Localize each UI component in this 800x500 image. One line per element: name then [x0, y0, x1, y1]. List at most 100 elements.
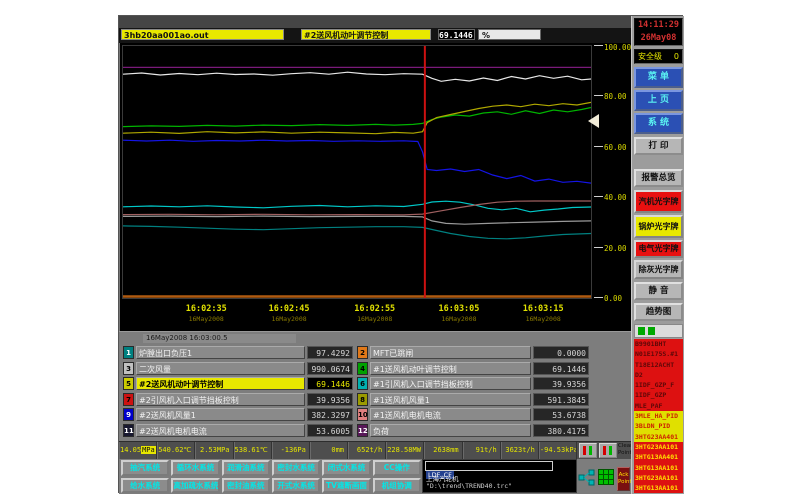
legend-row[interactable]: 1炉膛出口负压197.4292 — [123, 346, 353, 359]
indicator-tile-1[interactable] — [579, 443, 597, 458]
pen-color-chip: 6 — [357, 377, 368, 390]
system-screen-button[interactable]: 高加疏水系统 — [171, 478, 219, 494]
annunciator-button-3[interactable]: 除灰光字牌 — [634, 260, 683, 279]
pen-color-chip: 5 — [123, 377, 134, 390]
clock-display: 14:11:29 26May08 — [634, 18, 683, 46]
x-tick-time: 16:02:35 — [171, 304, 241, 314]
legend-row[interactable]: 9#2送风机风量1382.3297 — [123, 408, 353, 421]
alarm-row[interactable]: D2 — [634, 370, 683, 380]
pen-color-chip: 4 — [357, 362, 368, 375]
y-tick-mark — [594, 297, 603, 298]
nav-button-0[interactable]: 菜 单 — [634, 67, 683, 88]
legend-row[interactable]: 7#2引风机入口调节挡板控制39.9356 — [123, 393, 353, 406]
annunciator-button-1[interactable]: 锅炉光字牌 — [634, 215, 683, 238]
trend-series-brown — [123, 201, 591, 215]
annunciator-button-0[interactable]: 汽机光字牌 — [634, 190, 683, 213]
alarm-row[interactable]: 3HTG23AA401 — [634, 432, 683, 442]
alarm-row[interactable]: 3HTG13AA101 — [634, 483, 683, 493]
pen-color-chip: 8 — [357, 393, 368, 406]
legend-row[interactable]: 2MFT已跳闸0.0000 — [357, 346, 589, 359]
network-icon[interactable] — [578, 469, 595, 486]
system-screen-button[interactable]: CC操作 — [373, 460, 421, 476]
value-marker-triangle[interactable] — [588, 114, 599, 128]
pen-value: 39.9356 — [533, 377, 589, 390]
pen-tag-label: #2引风机入口调节挡板控制 — [136, 393, 305, 406]
alarm-row[interactable]: 1IDF_GZP — [634, 390, 683, 400]
system-screen-button[interactable]: 循环水系统 — [171, 460, 219, 476]
trend-file-panel: LDF_CF 上海汽轮机 "D:\trend\TREND40.trc" — [422, 459, 577, 493]
trend-button[interactable]: 趋势图 — [634, 303, 683, 321]
alarm-overview-button[interactable]: 报警总览 — [634, 169, 683, 187]
alarm-row[interactable]: 3HTG23AA101 — [634, 442, 683, 452]
annunciator-button-2[interactable]: 电气光字牌 — [634, 240, 683, 258]
x-tick-time: 16:02:55 — [340, 304, 410, 314]
system-screen-button[interactable]: TV遮断画面 — [322, 478, 370, 494]
legend-row[interactable]: 11#2送风机电机电流53.6005 — [123, 424, 353, 437]
alarm-row[interactable]: 3HTG13AA401 — [634, 452, 683, 462]
x-tick-time: 16:03:15 — [508, 304, 578, 314]
status-value: 0mm — [310, 442, 348, 460]
alarm-filter-icon-2[interactable] — [648, 327, 655, 335]
legend-row[interactable]: 12负荷380.4175 — [357, 424, 589, 437]
system-screen-button[interactable]: 给水系统 — [121, 478, 169, 494]
alarm-row[interactable]: 3HTG23AA101 — [634, 473, 683, 483]
legend-row[interactable]: 6#1引风机入口调节挡板控制39.9356 — [357, 377, 589, 390]
x-tick-time: 16:02:45 — [254, 304, 324, 314]
status-value: 2638mm — [424, 442, 462, 460]
pen-tag-label: #2送风机动叶调节控制 — [136, 377, 305, 390]
nav-button-2[interactable]: 系 统 — [634, 113, 683, 134]
legend-row[interactable]: 5#2送风机动叶调节控制69.1446 — [123, 377, 353, 390]
selected-tag-field[interactable]: #2送风机动叶调节控制 — [301, 29, 431, 40]
alarm-filter-icon-1[interactable] — [638, 327, 645, 335]
alarm-row[interactable]: MLE_PAF — [634, 401, 683, 411]
alarm-row[interactable]: N01E175S.#1 — [634, 349, 683, 359]
system-screen-button[interactable]: 机组协调 — [373, 478, 421, 494]
status-value: 91t/h — [463, 442, 501, 460]
trend-series-cyan — [123, 201, 591, 212]
system-screen-button[interactable]: 闭式水系统 — [322, 460, 370, 476]
y-tick-label: 20.00 — [604, 244, 627, 253]
legend-row[interactable]: 10#1送风机电机电流53.6738 — [357, 408, 589, 421]
pen-value: 0.0000 — [533, 346, 589, 359]
print-button[interactable]: 打 印 — [634, 137, 683, 155]
system-screen-button[interactable]: 密封水系统 — [272, 460, 320, 476]
system-screen-button[interactable]: 开式水系统 — [272, 478, 320, 494]
system-screen-button[interactable]: 密封油系统 — [222, 478, 270, 494]
y-tick-mark — [594, 247, 603, 248]
alarm-row[interactable]: T18E12ACHT — [634, 360, 683, 370]
alarm-row[interactable]: 3BLDN_PID — [634, 421, 683, 431]
legend-row[interactable]: 8#1送风机风量1591.3845 — [357, 393, 589, 406]
chart-zone: 100.0080.0060.0040.0020.000.00 16:02:351… — [120, 43, 631, 331]
alarm-row[interactable]: 1IDF_GZP_F — [634, 380, 683, 390]
ack-point-button[interactable]: Ack Point — [617, 467, 630, 491]
alarm-list: B9901BHTN01E175S.#1T18E12ACHTD21IDF_GZP_… — [634, 339, 683, 493]
system-screen-button[interactable]: 润滑油系统 — [222, 460, 270, 476]
clock-time: 14:11:29 — [635, 19, 682, 32]
nav-button-1[interactable]: 上 页 — [634, 90, 683, 111]
point-grid-icon[interactable] — [598, 469, 614, 485]
alarm-row[interactable]: B9901BHT — [634, 339, 683, 349]
alarm-row[interactable]: 3HTG13AA101 — [634, 463, 683, 473]
system-screen-button[interactable]: 抽汽系统 — [121, 460, 169, 476]
legend-row[interactable]: 3二次风量990.0674 — [123, 362, 353, 375]
pen-value: 97.4292 — [307, 346, 353, 359]
pen-color-chip: 3 — [123, 362, 134, 375]
indicator-tile-2[interactable] — [599, 443, 617, 458]
pen-value: 53.6738 — [533, 408, 589, 421]
pen-tag-label: 炉膛出口负压1 — [136, 346, 305, 359]
legend-row[interactable]: 4#1送风机动叶调节控制69.1446 — [357, 362, 589, 375]
sidebar: 14:11:29 26May08 安全级 0 菜 单上 页系 统 打 印 报警总… — [631, 16, 684, 494]
green-indicator-icon — [589, 446, 592, 455]
trend-file-input[interactable]: LDF_CF — [425, 461, 553, 471]
x-tick-date: 16May2008 — [340, 315, 410, 323]
trend-plot[interactable] — [122, 45, 592, 299]
status-value: 14.05MPa — [119, 442, 157, 460]
legend-column-right: 2MFT已跳闸0.0000 4#1送风机动叶调节控制69.1446 6#1引风机入口… — [357, 346, 589, 437]
trend-series-dark-teal — [123, 226, 591, 239]
point-file-field[interactable]: 3hb20aa001ao.out — [121, 29, 284, 40]
alarm-row[interactable]: 3MLE_HA_PID — [634, 411, 683, 421]
mute-button[interactable]: 静 音 — [634, 282, 683, 300]
pen-tag-label: 二次风量 — [136, 362, 305, 375]
alarm-list-header — [634, 324, 683, 338]
pen-tag-label: #1送风机动叶调节控制 — [370, 362, 531, 375]
